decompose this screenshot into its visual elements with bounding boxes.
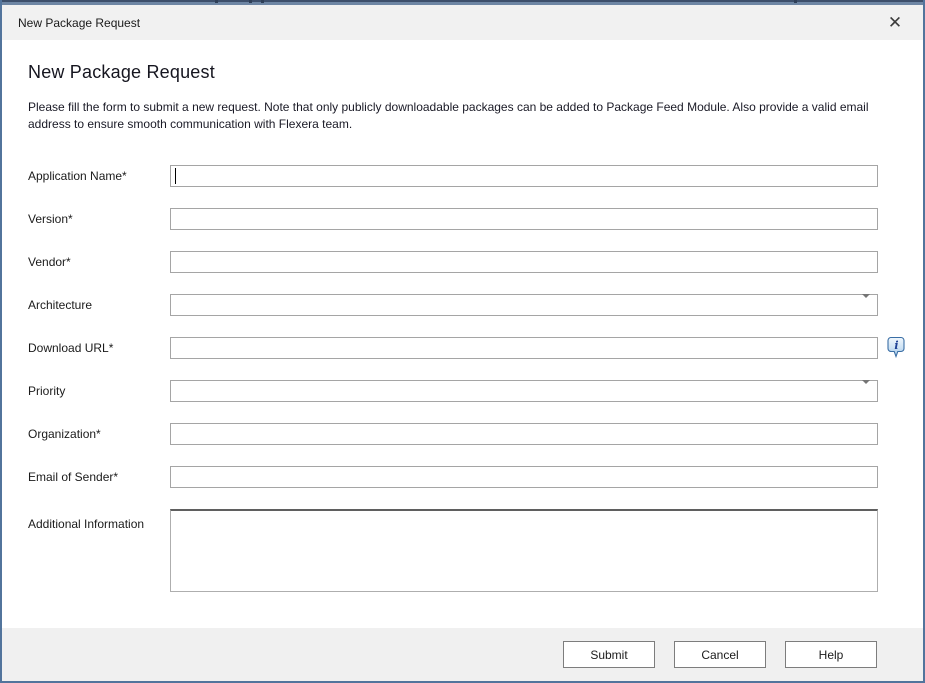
form-row-version: Version* [28,208,923,230]
form-row-priority: Priority [28,380,923,402]
background-window-strip [2,0,923,5]
version-input[interactable] [170,208,878,230]
info-icon[interactable]: i [887,336,906,360]
cancel-button[interactable]: Cancel [674,641,766,668]
field-label: Architecture [28,298,170,312]
strip-tick [261,0,264,3]
form-row-email-of-sender: Email of Sender* [28,466,923,488]
text-caret [175,168,176,184]
chevron-down-icon [862,384,870,398]
field-label: Priority [28,384,170,398]
form-row-organization: Organization* [28,423,923,445]
chevron-down-icon [862,298,870,312]
dialog-titlebar: New Package Request ✕ [2,5,923,40]
dialog-title: New Package Request [18,16,881,30]
vendor-input[interactable] [170,251,878,273]
dialog-footer: Submit Cancel Help [2,628,923,681]
form-row-download-url: Download URL* i [28,337,923,359]
svg-text:i: i [894,339,898,352]
strip-tick [249,0,252,3]
field-label: Download URL* [28,341,170,355]
email-of-sender-input[interactable] [170,466,878,488]
dialog-content: New Package Request Please fill the form… [2,62,923,592]
form-row-additional-information: Additional Information [28,509,923,592]
strip-tick [794,0,797,3]
form-row-vendor: Vendor* [28,251,923,273]
field-label: Application Name* [28,169,170,183]
download-url-input[interactable] [170,337,878,359]
field-label: Vendor* [28,255,170,269]
close-icon[interactable]: ✕ [881,9,909,37]
field-label: Additional Information [28,509,170,531]
field-label: Version* [28,212,170,226]
organization-input[interactable] [170,423,878,445]
strip-tick [215,0,218,3]
form-row-application-name: Application Name* [28,165,923,187]
help-button[interactable]: Help [785,641,877,668]
priority-select[interactable] [170,380,878,402]
form-description: Please fill the form to submit a new req… [28,99,873,132]
field-label: Organization* [28,427,170,441]
request-form: Application Name* Version* Vendor* Archi… [28,165,923,592]
form-row-architecture: Architecture [28,294,923,316]
field-label: Email of Sender* [28,470,170,484]
architecture-select[interactable] [170,294,878,316]
page-title: New Package Request [28,62,923,83]
application-name-input[interactable] [170,165,878,187]
new-package-request-dialog: New Package Request ✕ New Package Reques… [0,0,925,683]
additional-information-textarea[interactable] [170,509,878,592]
submit-button[interactable]: Submit [563,641,655,668]
